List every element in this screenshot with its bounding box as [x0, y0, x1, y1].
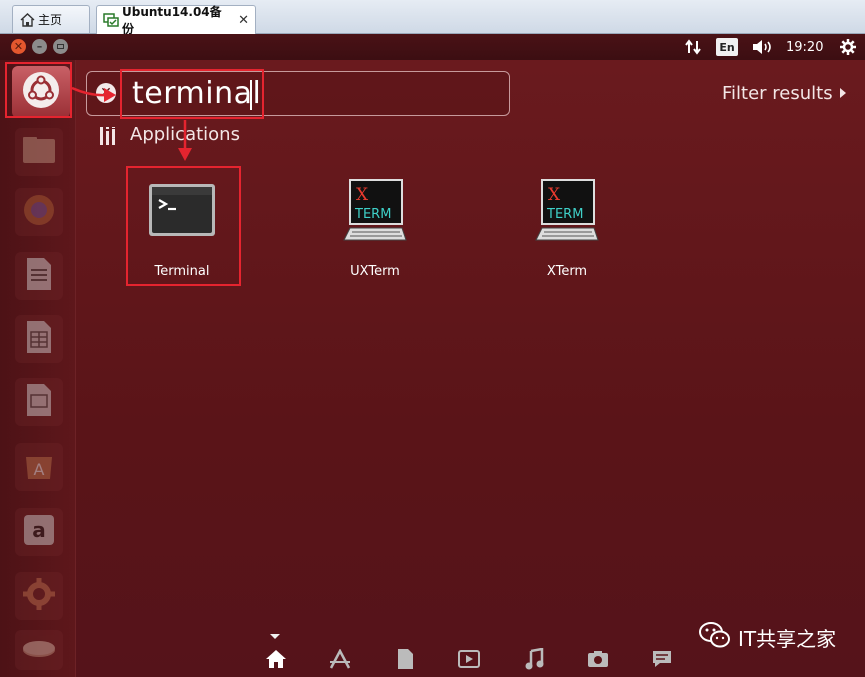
- amazon-icon: a: [22, 513, 56, 551]
- language-indicator[interactable]: En: [716, 38, 738, 56]
- app-name: XTerm: [546, 264, 588, 279]
- svg-text:A: A: [34, 460, 45, 479]
- settings-icon[interactable]: [838, 38, 858, 56]
- text-cursor: [250, 80, 252, 110]
- writer-icon: [24, 256, 54, 296]
- terminal-icon: [145, 176, 219, 246]
- launcher-firefox[interactable]: [15, 188, 63, 236]
- system-settings-icon: [21, 576, 57, 616]
- dash-home-icon: [21, 70, 61, 114]
- dash-panel: [76, 60, 865, 677]
- app-name: Terminal: [154, 264, 210, 279]
- launcher-writer[interactable]: [15, 252, 63, 300]
- arrow-right-annotation: [71, 86, 116, 102]
- app-uxterm[interactable]: X TERM UXTerm: [320, 170, 430, 282]
- files-lens-icon[interactable]: [393, 647, 417, 671]
- launcher: A a: [0, 60, 76, 677]
- xterm-logo-x: X: [548, 185, 561, 205]
- launcher-calc[interactable]: [15, 315, 63, 363]
- active-lens-indicator: [270, 634, 280, 639]
- launcher-amazon[interactable]: a: [15, 508, 63, 556]
- dash-home-button[interactable]: [12, 66, 70, 118]
- window-maximize-button[interactable]: [53, 39, 68, 54]
- software-center-icon: A: [22, 449, 56, 485]
- arrow-down-annotation: [178, 120, 192, 161]
- xterm-logo-term: TERM: [354, 207, 391, 222]
- window-minimize-button[interactable]: –: [32, 39, 47, 54]
- app-terminal[interactable]: Terminal: [127, 170, 237, 282]
- social-lens-icon[interactable]: [650, 647, 674, 671]
- clock[interactable]: 19:20: [786, 38, 823, 56]
- launcher-system-settings[interactable]: [15, 572, 63, 620]
- music-lens-icon[interactable]: [522, 647, 546, 671]
- photos-lens-icon[interactable]: [586, 647, 610, 671]
- watermark-text: IT共享之家: [738, 626, 837, 651]
- home-lens-icon[interactable]: [264, 647, 288, 671]
- vm-icon: [103, 12, 119, 28]
- video-lens-icon[interactable]: [457, 647, 481, 671]
- app-xterm[interactable]: X TERM XTerm: [512, 170, 622, 282]
- calc-icon: [24, 319, 54, 359]
- xterm-icon: X TERM: [530, 176, 604, 246]
- disc-icon: [21, 638, 57, 662]
- app-name: UXTerm: [350, 264, 400, 279]
- launcher-disc[interactable]: [15, 630, 63, 670]
- applications-lens-icon[interactable]: [328, 647, 352, 671]
- tab-strip: 主页 Ubuntu14.04备份 ✕: [0, 0, 865, 36]
- tab-ubuntu-backup[interactable]: Ubuntu14.04备份 ✕: [96, 5, 256, 36]
- window-close-button[interactable]: ✕: [11, 39, 26, 54]
- files-icon: [21, 135, 57, 169]
- impress-icon: [24, 382, 54, 422]
- chevron-right-icon[interactable]: [840, 88, 846, 98]
- xterm-logo-x: X: [356, 185, 369, 205]
- launcher-impress[interactable]: [15, 378, 63, 426]
- close-tab-icon[interactable]: ✕: [238, 13, 249, 28]
- tab-home[interactable]: 主页: [12, 5, 90, 33]
- filter-results-button[interactable]: Filter results: [722, 83, 833, 104]
- network-icon[interactable]: [683, 38, 703, 56]
- wechat-icon: [698, 620, 732, 654]
- search-input[interactable]: terminal: [132, 74, 261, 114]
- launcher-files[interactable]: [15, 128, 63, 176]
- xterm-icon: X TERM: [338, 176, 412, 246]
- top-panel: ✕ – En 19:20: [0, 34, 865, 60]
- tab-ubuntu-backup-label: Ubuntu14.04备份: [122, 5, 222, 36]
- volume-icon[interactable]: [750, 38, 774, 56]
- applications-section-icon: [99, 127, 119, 145]
- watermark: IT共享之家: [698, 620, 836, 654]
- firefox-icon: [21, 192, 57, 232]
- home-icon: [19, 12, 35, 28]
- xterm-logo-term: TERM: [546, 207, 583, 222]
- svg-text:a: a: [32, 518, 46, 542]
- tab-home-label: 主页: [38, 13, 63, 27]
- launcher-software-center[interactable]: A: [15, 443, 63, 491]
